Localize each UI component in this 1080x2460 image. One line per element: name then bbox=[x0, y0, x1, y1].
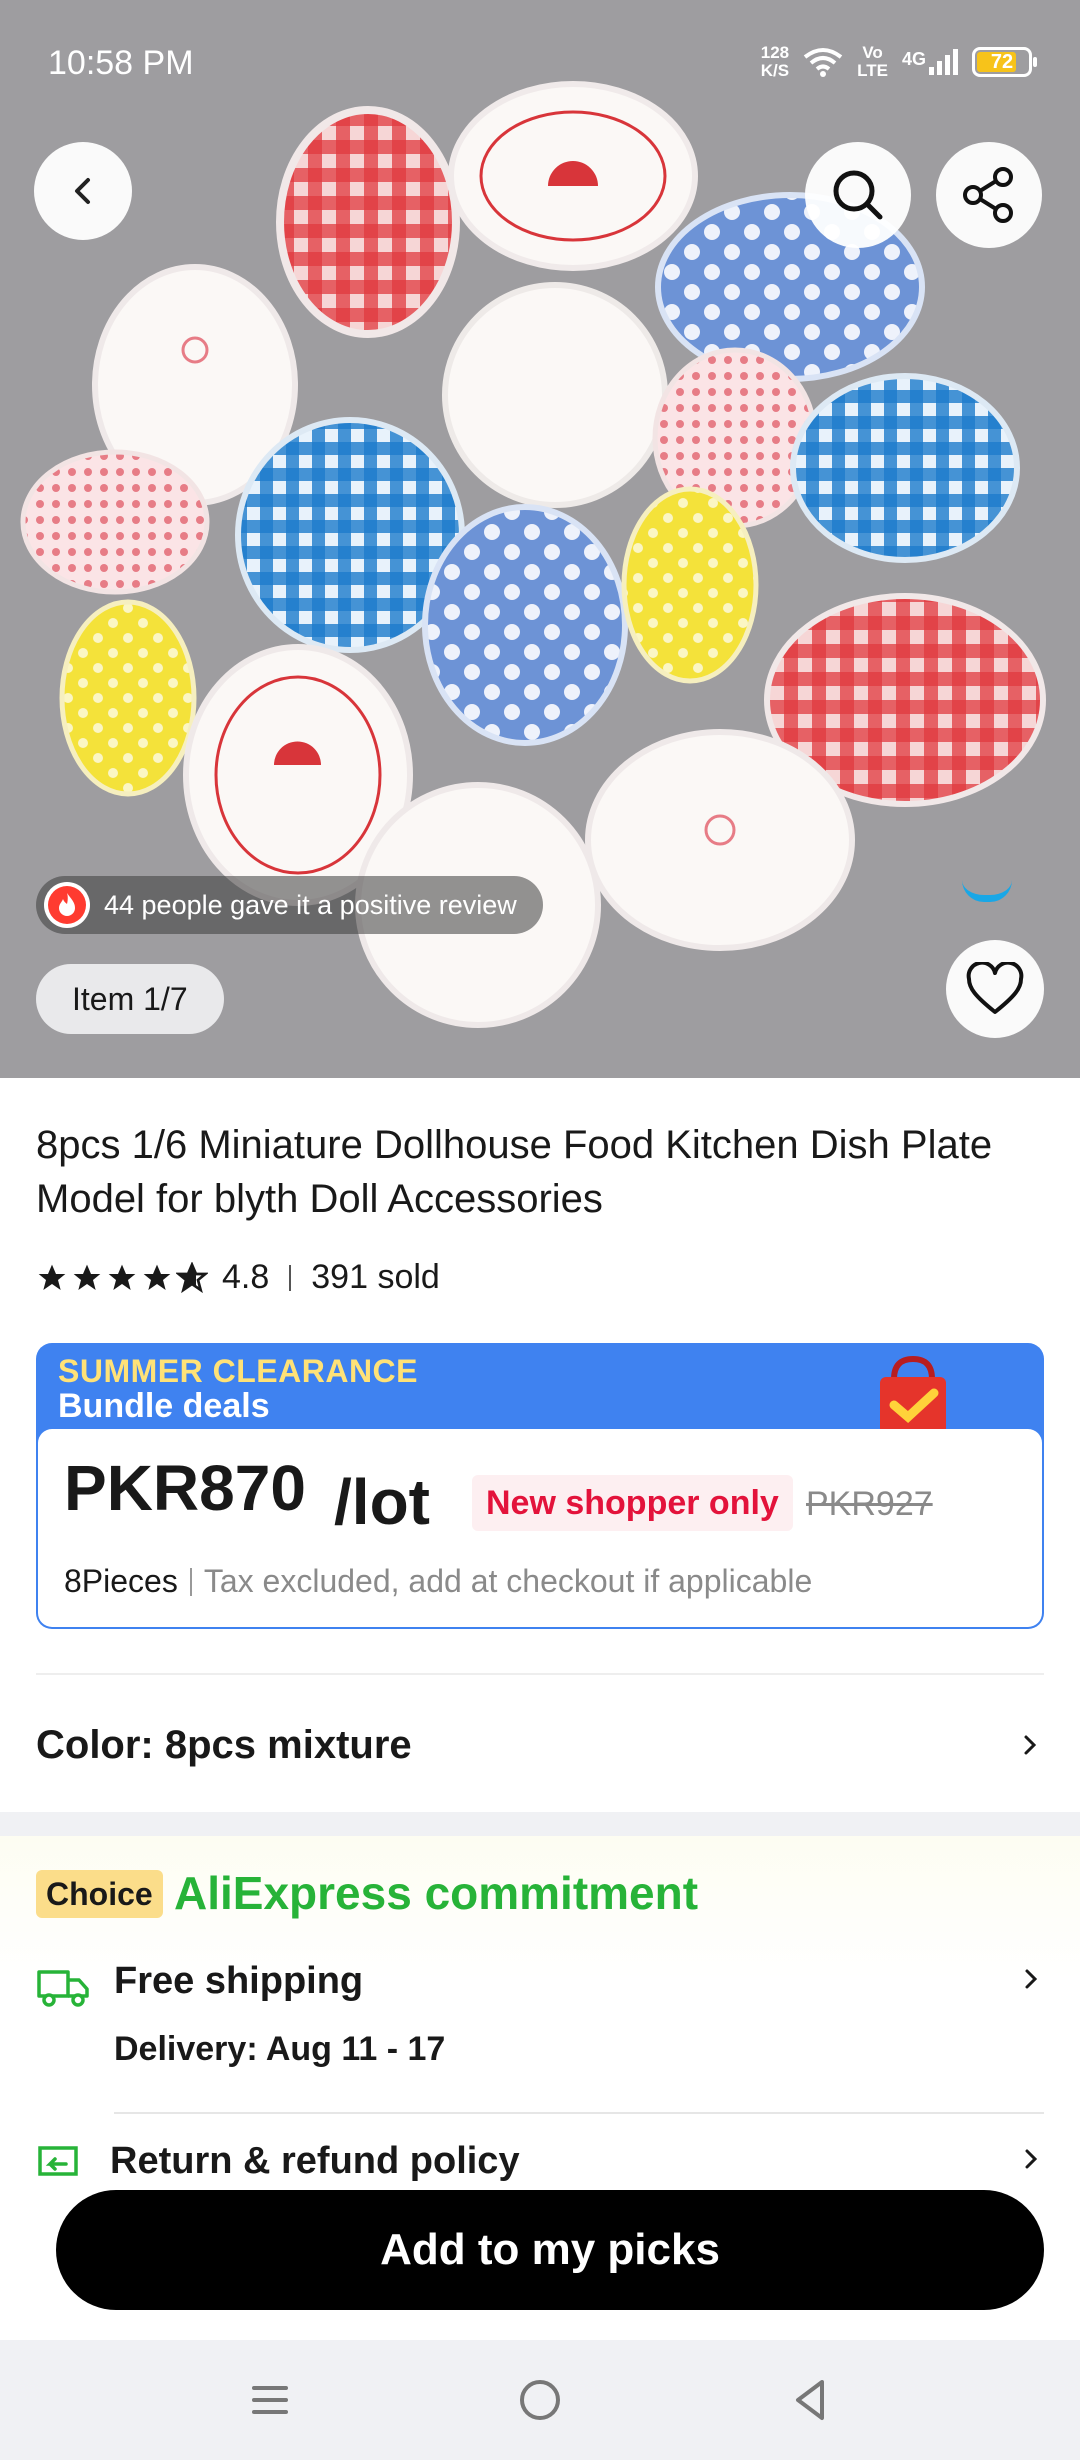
bundle-deals-card[interactable]: SUMMER CLEARANCE Bundle deals PKR870 /lo… bbox=[36, 1343, 1044, 1629]
positive-review-banner: 44 people gave it a positive review bbox=[36, 876, 543, 934]
wishlist-button[interactable] bbox=[946, 940, 1044, 1038]
star-rating bbox=[36, 1261, 208, 1294]
add-to-picks-button[interactable]: Add to my picks bbox=[56, 2190, 1044, 2310]
menu-icon bbox=[252, 2386, 288, 2414]
star-icon bbox=[73, 1264, 101, 1290]
color-label: Color: 8pcs mixture bbox=[36, 1722, 412, 1767]
product-title: 8pcs 1/6 Miniature Dollhouse Food Kitche… bbox=[36, 1123, 993, 1221]
back-nav-button[interactable] bbox=[780, 2370, 840, 2430]
image-counter: Item 1/7 bbox=[36, 964, 224, 1034]
star-icon bbox=[143, 1264, 171, 1290]
sold-count: 391 sold bbox=[311, 1258, 440, 1296]
divider bbox=[114, 2112, 1044, 2114]
rating-value: 4.8 bbox=[222, 1258, 270, 1296]
product-image[interactable]: 10:58 PM 128 K/S Vo LTE 4G 72 44 people … bbox=[0, 0, 1080, 1078]
section-separator bbox=[0, 1812, 1080, 1836]
net-speed-unit: K/S bbox=[760, 61, 790, 80]
choice-badge: Choice bbox=[36, 1870, 163, 1918]
wifi-icon bbox=[803, 48, 843, 77]
price-unit: /lot bbox=[334, 1466, 430, 1538]
tax-note: Tax excluded, add at checkout if applica… bbox=[203, 1563, 813, 1599]
heart-icon bbox=[966, 962, 1024, 1014]
color-selector[interactable]: Color: 8pcs mixture bbox=[36, 1710, 1044, 1780]
volte-indicator: Vo LTE bbox=[857, 44, 888, 80]
new-shopper-badge: New shopper only bbox=[472, 1475, 793, 1531]
pieces-count: 8Pieces bbox=[64, 1563, 178, 1599]
net-speed-value: 128 bbox=[760, 43, 790, 62]
commitment-section: Choice AliExpress commitment Free shippi… bbox=[0, 1836, 1080, 2196]
star-icon bbox=[38, 1264, 66, 1290]
commitment-title: AliExpress commitment bbox=[174, 1867, 699, 1919]
return-policy-row[interactable]: Return & refund policy bbox=[36, 2132, 1044, 2192]
volte-bottom: LTE bbox=[857, 61, 888, 80]
menu-nav-button[interactable] bbox=[240, 2370, 300, 2430]
star-half-icon bbox=[176, 1261, 208, 1293]
divider bbox=[289, 1264, 292, 1291]
share-icon bbox=[963, 167, 1013, 223]
return-icon bbox=[38, 2146, 78, 2176]
flame-icon bbox=[44, 882, 90, 928]
chevron-right-icon bbox=[1025, 1969, 1038, 1989]
net-speed: 128 K/S bbox=[761, 44, 789, 80]
rating-row[interactable]: 4.8 391 sold bbox=[36, 1258, 440, 1297]
home-circle-icon bbox=[520, 2380, 560, 2420]
network-type: 4G bbox=[901, 49, 926, 69]
share-button[interactable] bbox=[936, 142, 1042, 248]
return-title: Return & refund policy bbox=[110, 2140, 520, 2182]
pieces-info: 8Pieces Tax excluded, add at checkout if… bbox=[64, 1563, 812, 1600]
search-button[interactable] bbox=[805, 142, 911, 248]
chevron-right-icon bbox=[1024, 1735, 1037, 1755]
shopping-bag-icon bbox=[880, 1355, 946, 1433]
status-time: 10:58 PM bbox=[48, 44, 194, 82]
review-text: 44 people gave it a positive review bbox=[104, 889, 517, 920]
search-icon bbox=[833, 170, 883, 220]
free-shipping-row[interactable]: Free shipping Delivery: Aug 11 - 17 bbox=[36, 1954, 1044, 2114]
price-card: PKR870 /lot New shopper only PKR927 8Pie… bbox=[38, 1429, 1042, 1627]
signal-icon: 4G bbox=[902, 49, 958, 75]
promo-headline: SUMMER CLEARANCE bbox=[58, 1353, 418, 1389]
battery-icon: 72 bbox=[972, 47, 1037, 77]
home-nav-button[interactable] bbox=[510, 2370, 570, 2430]
divider bbox=[36, 1673, 1044, 1675]
back-button[interactable] bbox=[34, 142, 132, 240]
battery-level: 72 bbox=[990, 51, 1014, 73]
promo-subtitle: Bundle deals bbox=[58, 1387, 270, 1425]
original-price: PKR927 bbox=[806, 1485, 933, 1523]
chevron-right-icon bbox=[1025, 2149, 1038, 2169]
shipping-title: Free shipping bbox=[114, 1960, 364, 2002]
system-nav-bar bbox=[0, 2340, 1080, 2460]
back-icon bbox=[75, 178, 90, 204]
delivery-date: Delivery: Aug 11 - 17 bbox=[114, 2030, 446, 2068]
current-price: PKR870 bbox=[64, 1452, 306, 1524]
star-icon bbox=[108, 1264, 136, 1290]
back-triangle-icon bbox=[796, 2380, 824, 2420]
divider bbox=[189, 1567, 192, 1596]
truck-icon bbox=[37, 1970, 89, 2007]
status-bar: 10:58 PM 128 K/S Vo LTE 4G 72 bbox=[0, 0, 1080, 130]
volte-top: Vo bbox=[862, 43, 883, 62]
